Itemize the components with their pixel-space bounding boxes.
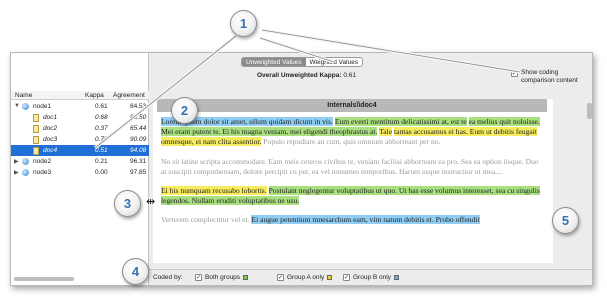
callout-2: 2: [171, 97, 198, 124]
callout-1: 1: [230, 10, 257, 37]
callout-leader-lines: [93, 28, 521, 150]
callout-5: 5: [552, 207, 579, 234]
callout-3: 3: [114, 190, 141, 217]
pane-resize-cursor-icon[interactable]: ⇹: [146, 195, 155, 208]
callout-4: 4: [122, 258, 149, 285]
